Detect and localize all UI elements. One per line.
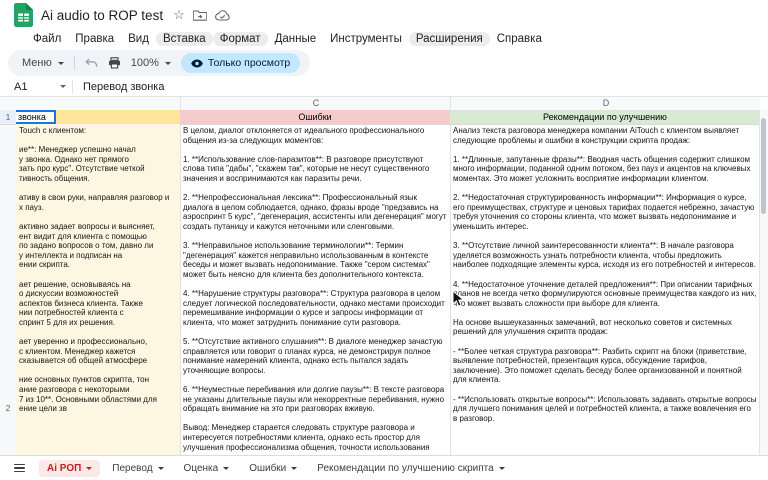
sheet-tab-label: Оценка [183, 462, 219, 474]
sheet-tab-ai-rop[interactable]: Ai РОП [39, 459, 101, 477]
cell-b1[interactable] [56, 110, 180, 124]
cell-reference: A1 [14, 80, 28, 93]
cell-c2-errors[interactable]: В целом, диалог отклоняется от идеальног… [180, 124, 450, 456]
menu-data[interactable]: Данные [268, 32, 324, 46]
cell-name-box[interactable]: A1 [0, 81, 72, 93]
menu-view[interactable]: Вид [121, 32, 156, 46]
menu-extensions[interactable]: Расширения [408, 31, 490, 46]
mouse-cursor [452, 290, 465, 307]
menu-format[interactable]: Формат [212, 31, 268, 46]
scrollbar-thumb[interactable] [761, 118, 766, 214]
zoom-select[interactable]: 100% [131, 57, 171, 69]
titlebar: Ai audio to ROP test ☆ [0, 0, 768, 30]
row1-left-cells: звонка [16, 110, 180, 125]
cloud-status-icon[interactable] [214, 9, 230, 21]
row-header-gutter: 1 2 [0, 110, 17, 456]
row1-c: Ошибки [180, 110, 450, 125]
column-header-c[interactable]: C [180, 97, 451, 110]
cell-d1-header[interactable]: Рекомендации по улучшению [450, 110, 760, 124]
caret-down-icon [223, 466, 230, 470]
sheet-tab-ocenka[interactable]: Оценка [176, 460, 238, 477]
menu-insert[interactable]: Вставка [155, 31, 213, 46]
select-all-corner[interactable] [0, 97, 17, 111]
caret-down-icon [57, 61, 64, 65]
row-header-2[interactable]: 2 [0, 402, 16, 414]
menu-help[interactable]: Справка [490, 32, 549, 46]
formula-bar-divider [72, 80, 73, 93]
view-only-label: Только просмотр [207, 57, 291, 69]
caret-down-icon [498, 466, 505, 470]
menubar: Файл Правка Вид Вставка Формат Данные Ин… [26, 29, 768, 48]
sheet-tab-label: Ai РОП [47, 462, 82, 474]
column-header-d[interactable]: D [450, 97, 761, 110]
caret-down-icon [60, 85, 66, 88]
sheet-tab-perevod[interactable]: Перевод [104, 460, 171, 477]
toolbar: Меню 100% Только просмотр [8, 50, 760, 76]
menu-button-label: Меню [22, 57, 52, 69]
cell-c1-header[interactable]: Ошибки [180, 110, 450, 124]
menu-file[interactable]: Файл [26, 32, 68, 46]
eye-icon [191, 59, 203, 67]
vertical-scrollbar[interactable] [759, 110, 768, 456]
sheet-tab-label: Ошибки [249, 462, 287, 474]
column-header-strip: C D [16, 97, 760, 111]
sheets-logo-icon[interactable] [14, 3, 33, 27]
caret-down-icon [86, 466, 93, 470]
cell-a1-selected[interactable]: звонка [16, 110, 56, 124]
menu-tools[interactable]: Инструменты [323, 32, 409, 46]
print-button[interactable] [108, 57, 121, 69]
column-a: звонка Touch с клиентом: ие**: Менеджер … [16, 110, 181, 456]
sheet-tab-bar: Ai РОП Перевод Оценка Ошибки Рекомендаци… [0, 455, 768, 480]
caret-down-icon [291, 466, 298, 470]
star-icon[interactable]: ☆ [173, 7, 185, 23]
zoom-value: 100% [130, 57, 159, 69]
row-header-1[interactable]: 1 [0, 110, 16, 125]
cell-a2-transcript[interactable]: Touch с клиентом: ие**: Менеджер успешно… [16, 124, 180, 456]
formula-input[interactable]: Перевод звонка [83, 81, 164, 93]
spreadsheet-grid: C D 1 2 звонка Touch с клиентом: ие**: М… [0, 97, 768, 456]
google-sheets-app: Ai audio to ROP test ☆ Файл Правка Вид В… [0, 0, 768, 480]
menu-edit[interactable]: Правка [68, 32, 121, 46]
column-d: Рекомендации по улучшению Анализ текста … [450, 110, 761, 456]
formula-bar: A1 Перевод звонка [0, 77, 768, 97]
doc-title[interactable]: Ai audio to ROP test [41, 8, 163, 23]
row1-d: Рекомендации по улучшению [450, 110, 760, 125]
sheet-tab-rekomendacii[interactable]: Рекомендации по улучшению скрипта [309, 460, 512, 477]
caret-down-icon [157, 466, 164, 470]
undo-button[interactable] [84, 58, 98, 68]
move-to-folder-icon[interactable] [192, 9, 207, 21]
toolbar-pill: Меню 100% Только просмотр [8, 50, 311, 76]
caret-down-icon [164, 61, 171, 65]
column-c: Ошибки В целом, диалог отклоняется от ид… [180, 110, 451, 456]
sheet-tab-label: Перевод [112, 462, 153, 474]
cell-d2-recommendations[interactable]: Анализ текста разговора менеджера компан… [450, 124, 760, 456]
sheet-tab-label: Рекомендации по улучшению скрипта [317, 462, 494, 474]
toolbar-divider [73, 56, 75, 70]
menu-button[interactable]: Меню [22, 57, 64, 69]
sheet-tab-oshibki[interactable]: Ошибки [241, 460, 305, 477]
all-sheets-menu-icon[interactable] [14, 463, 25, 473]
view-only-chip[interactable]: Только просмотр [180, 53, 301, 73]
